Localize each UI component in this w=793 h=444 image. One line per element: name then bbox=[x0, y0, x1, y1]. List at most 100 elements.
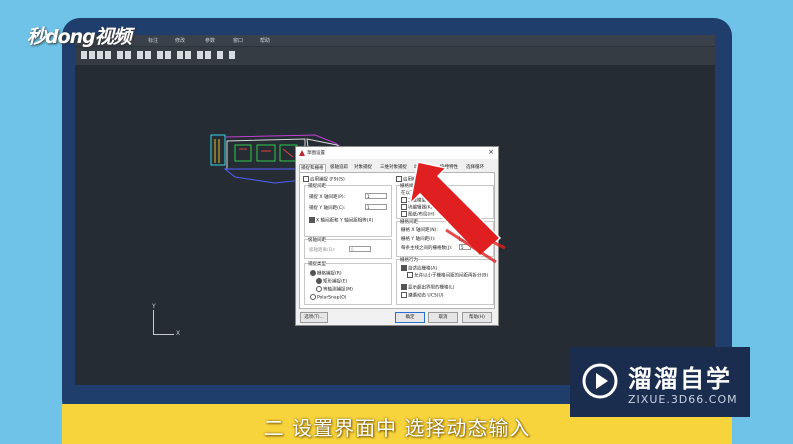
menu-bar: 绘图 标注 修改 参数 窗口 帮助 bbox=[75, 35, 715, 46]
tab-panel: 启用捕捉 (F9)(S) 捕捉间距 捕捉 X 轴间距(P): 1 捕捉 Y 轴间… bbox=[299, 172, 495, 309]
group-title: 捕捉类型 bbox=[308, 261, 326, 267]
new-icon[interactable] bbox=[81, 51, 87, 59]
snap-spacing-group: 捕捉间距 捕捉 X 轴间距(P): 1 捕捉 Y 轴间距(C): 1 X 轴间距… bbox=[304, 183, 392, 237]
radio-dot bbox=[310, 294, 316, 300]
iso-snap-radio[interactable]: 等轴测捕捉(M) bbox=[316, 286, 353, 293]
snap-y-label: 捕捉 Y 轴间距(C): bbox=[309, 206, 346, 211]
grid-behavior-group: 栅格行为 自适应栅格(A) 允许以小于栅格间距的间距再拆分(B) 显示超出界限的… bbox=[396, 257, 494, 305]
ucs-x-label: X bbox=[176, 330, 181, 337]
grid-style-desc: 在以下位置显示点栅格: bbox=[401, 191, 448, 196]
text-icon[interactable] bbox=[205, 51, 211, 59]
brand-watermark: 溜溜自学 ZIXUE.3D66.COM bbox=[570, 347, 750, 417]
block-icon[interactable] bbox=[185, 51, 191, 59]
radio-dot bbox=[316, 286, 322, 292]
ok-button[interactable]: 确定 bbox=[395, 312, 425, 323]
checkbox-box bbox=[401, 284, 407, 290]
menu-item[interactable]: 标注 bbox=[148, 37, 158, 44]
model-space-checkbox[interactable]: 二维模型空间(D) bbox=[401, 197, 442, 204]
table-icon[interactable] bbox=[197, 51, 203, 59]
sheet-layout-label: 图纸/布局(H) bbox=[408, 212, 435, 218]
grid-major-input[interactable]: 5 bbox=[459, 244, 471, 250]
follow-ucs-label: 遵循动态 UCS(U) bbox=[408, 293, 444, 299]
pan-icon[interactable] bbox=[137, 51, 143, 59]
brand-url: ZIXUE.3D66.COM bbox=[628, 393, 738, 406]
tab-3d-osnap[interactable]: 三维对象捕捉 bbox=[379, 164, 408, 172]
print-icon[interactable] bbox=[105, 51, 111, 59]
close-icon[interactable]: × bbox=[488, 148, 494, 156]
enable-snap-checkbox[interactable]: 启用捕捉 (F9)(S) bbox=[303, 176, 345, 183]
snap-y-input[interactable]: 1 bbox=[365, 204, 387, 210]
group-title: 栅格间距 bbox=[400, 219, 418, 225]
tab-osnap[interactable]: 对象捕捉 bbox=[353, 164, 373, 172]
enable-snap-label: 启用捕捉 (F9)(S) bbox=[310, 177, 345, 183]
radio-dot bbox=[310, 270, 316, 276]
grid-snap-label: 栅格捕捉(R) bbox=[317, 271, 342, 277]
options-button[interactable]: 选项(T)... bbox=[300, 312, 328, 323]
brand-name: 溜溜自学 bbox=[628, 365, 732, 393]
open-icon[interactable] bbox=[89, 51, 95, 59]
subdivide-checkbox[interactable]: 允许以小于栅格间距的间距再拆分(B) bbox=[407, 272, 488, 279]
tab-polar[interactable]: 极轴追踪 bbox=[329, 164, 349, 172]
redo-icon[interactable] bbox=[125, 51, 131, 59]
beyond-limits-label: 显示超出界限的栅格(L) bbox=[408, 285, 455, 291]
grid-x-input[interactable]: 1 bbox=[459, 226, 481, 232]
layer-icon[interactable] bbox=[157, 51, 163, 59]
adaptive-grid-label: 自适应栅格(A) bbox=[408, 266, 438, 272]
rect-snap-radio[interactable]: 矩形捕捉(E) bbox=[316, 278, 347, 285]
enable-grid-checkbox[interactable]: 启用栅格 (F7)(G) bbox=[396, 176, 438, 183]
drafting-settings-dialog: 草图设置 × 捕捉和栅格 极轴追踪 对象捕捉 三维对象捕捉 动态输入 快捷特性 … bbox=[295, 146, 499, 326]
dialog-titlebar: 草图设置 × bbox=[296, 147, 498, 159]
checkbox-box bbox=[401, 265, 407, 271]
block-editor-label: 块编辑器(K) bbox=[408, 205, 433, 211]
toolbar bbox=[75, 47, 715, 65]
radio-dot bbox=[316, 278, 322, 284]
block-editor-checkbox[interactable]: 块编辑器(K) bbox=[401, 204, 432, 211]
tab-dynamic-input[interactable]: 动态输入 bbox=[413, 164, 433, 172]
checkbox-box bbox=[401, 197, 407, 203]
menu-item[interactable]: 窗口 bbox=[233, 37, 243, 44]
grid-y-input[interactable]: 1 bbox=[459, 235, 481, 241]
ucs-y-label: Y bbox=[152, 303, 156, 310]
tab-selection-cycling[interactable]: 选择循环 bbox=[465, 164, 485, 172]
polar-distance-input[interactable]: 0 bbox=[349, 246, 371, 252]
polar-snap-label: PolarSnap(O) bbox=[317, 295, 347, 301]
snap-type-group: 捕捉类型 栅格捕捉(R) 矩形捕捉(E) 等轴测捕捉(M) PolarSnap(… bbox=[304, 261, 392, 305]
help-button[interactable]: 帮助(H) bbox=[462, 312, 492, 323]
cancel-button[interactable]: 取消 bbox=[428, 312, 458, 323]
autocad-logo-icon bbox=[299, 150, 305, 156]
beyond-limits-checkbox[interactable]: 显示超出界限的栅格(L) bbox=[401, 284, 455, 291]
checkbox-box bbox=[309, 217, 315, 223]
calc-icon[interactable] bbox=[217, 51, 223, 59]
undo-icon[interactable] bbox=[117, 51, 123, 59]
tab-quick-properties[interactable]: 快捷特性 bbox=[439, 164, 459, 172]
follow-ucs-checkbox[interactable]: 遵循动态 UCS(U) bbox=[401, 292, 444, 299]
match-icon[interactable] bbox=[177, 51, 183, 59]
snap-x-input[interactable]: 1 bbox=[365, 193, 387, 199]
checkbox-box bbox=[303, 176, 309, 182]
menu-item[interactable]: 修改 bbox=[175, 37, 185, 44]
checkbox-box bbox=[401, 204, 407, 210]
equal-spacing-checkbox[interactable]: X 轴间距和 Y 轴间距相等(X) bbox=[309, 217, 373, 224]
checkbox-box bbox=[401, 292, 407, 298]
properties-icon[interactable] bbox=[165, 51, 171, 59]
rect-snap-label: 矩形捕捉(E) bbox=[323, 279, 348, 285]
equal-spacing-label: X 轴间距和 Y 轴间距相等(X) bbox=[316, 218, 374, 224]
grid-spacing-group: 栅格间距 栅格 X 轴间距(N): 1 栅格 Y 轴间距(I): 1 每条主线之… bbox=[396, 219, 494, 257]
sheet-layout-checkbox[interactable]: 图纸/布局(H) bbox=[401, 211, 434, 218]
menu-item[interactable]: 参数 bbox=[205, 37, 215, 44]
help-icon[interactable] bbox=[229, 51, 235, 59]
enable-grid-label: 启用栅格 (F7)(G) bbox=[403, 177, 439, 183]
dialog-title: 草图设置 bbox=[307, 151, 325, 156]
save-icon[interactable] bbox=[97, 51, 103, 59]
polar-snap-radio[interactable]: PolarSnap(O) bbox=[310, 294, 347, 301]
zoom-icon[interactable] bbox=[145, 51, 151, 59]
adaptive-grid-checkbox[interactable]: 自适应栅格(A) bbox=[401, 265, 437, 272]
group-title: 栅格样式 bbox=[400, 183, 418, 189]
grid-snap-radio[interactable]: 栅格捕捉(R) bbox=[310, 270, 342, 277]
grid-x-label: 栅格 X 轴间距(N): bbox=[401, 228, 438, 233]
ucs-icon bbox=[153, 310, 174, 335]
menu-item[interactable]: 帮助 bbox=[260, 37, 270, 44]
grid-major-label: 每条主线之间的栅格数(J): bbox=[401, 246, 453, 251]
polar-distance-label: 极轴距离(D): bbox=[309, 248, 336, 253]
snap-x-label: 捕捉 X 轴间距(P): bbox=[309, 195, 346, 200]
